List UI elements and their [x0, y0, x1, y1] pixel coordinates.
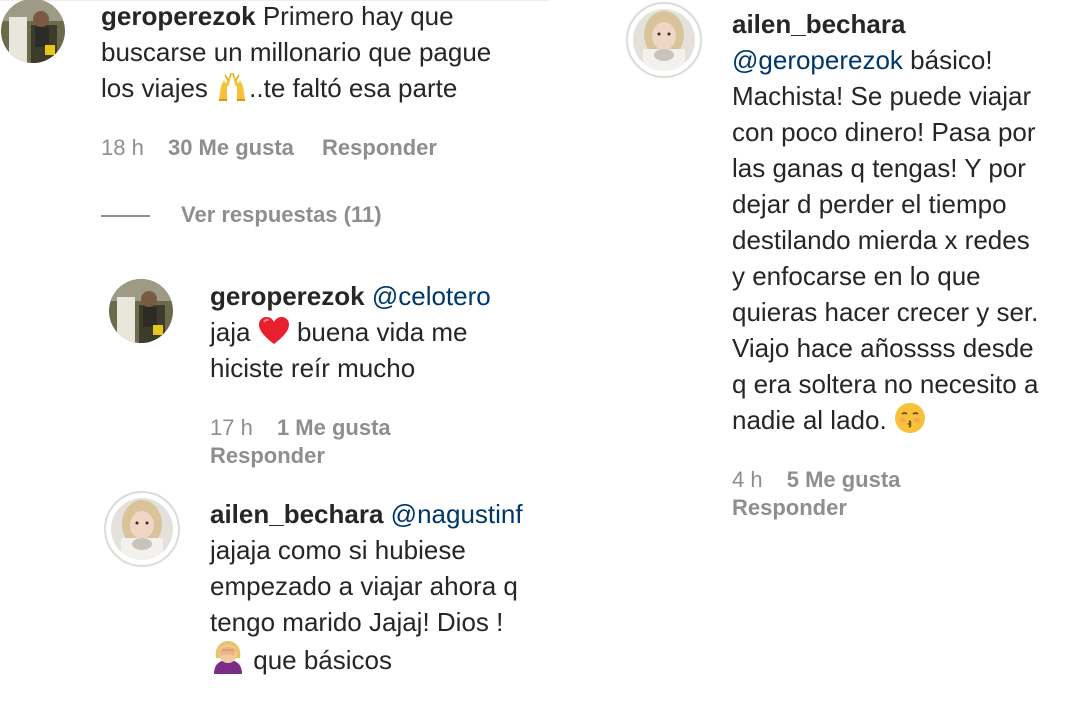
- comment-body-tail: buena vida me: [296, 317, 468, 347]
- likes-count[interactable]: 1 Me gusta: [277, 415, 391, 440]
- comment-4-meta: 4 h 5 Me gusta: [732, 466, 900, 494]
- view-replies-line: [101, 215, 150, 217]
- avatar-ailen_bechara[interactable]: [626, 2, 702, 78]
- avatar-image: [111, 498, 173, 560]
- comment-4-body-line: las ganas q tengas! Y por: [732, 153, 1026, 183]
- comment-4-reply-row: Responder: [732, 494, 847, 522]
- avatar-image: [109, 279, 173, 343]
- comment-2-meta: 17 h 1 Me gusta: [210, 414, 391, 442]
- comment-body-tail: ..te faltó esa parte: [249, 73, 458, 103]
- comment-body-tail: que básicos: [253, 645, 392, 675]
- comment-4-line-1: ailen_bechara: [732, 6, 905, 42]
- comment-4-last-line: nadie al lado.: [732, 402, 926, 443]
- mention-link[interactable]: @geroperezok: [732, 45, 903, 75]
- comment-2-line-1: geroperezok @celotero: [210, 278, 491, 314]
- avatar-image: [633, 9, 695, 71]
- comment-2-reply-row: Responder: [210, 442, 325, 470]
- view-replies-button[interactable]: Ver respuestas (11): [181, 201, 382, 229]
- comment-panel-right: ailen_bechara @geroperezok básico! Machi…: [618, 0, 1082, 714]
- comment-body: Primero hay que: [262, 1, 454, 31]
- comment-4-body-line: y enfocarse en lo que: [732, 261, 981, 291]
- comment-4-body-line: dejar d perder el tiempo: [732, 189, 1007, 219]
- reply-button[interactable]: Responder: [732, 495, 847, 520]
- mention-link[interactable]: @celotero: [372, 281, 491, 311]
- raising-hands-icon: [215, 72, 249, 111]
- comment-3-line-2: jajaja como si hubiese: [210, 535, 466, 565]
- comment-body: básico!: [910, 45, 993, 75]
- likes-count[interactable]: 30 Me gusta: [168, 135, 294, 160]
- kissing-face-icon: [894, 402, 926, 443]
- comment-4-body-line: Viajo hace añossss desde: [732, 333, 1034, 363]
- comment-2-line-2: jaja buena vida me: [210, 314, 468, 355]
- comment-4-body-line: q era soltera no necesito a: [732, 369, 1039, 399]
- comment-time: 18 h: [101, 135, 144, 160]
- comment-3-line-4: tengo marido Jajaj! Dios !: [210, 607, 504, 637]
- comment-1-line-2: buscarse un millonario que pague: [101, 37, 492, 67]
- comment-3-line-5: que básicos: [210, 640, 392, 683]
- avatar-image: [1, 0, 65, 63]
- avatar-geroperezok[interactable]: [0, 0, 66, 64]
- comment-1-meta: 18 h 30 Me gusta Responder: [101, 134, 437, 162]
- avatar-ailen_bechara[interactable]: [104, 491, 180, 567]
- comment-1-line-1: geroperezok Primero hay que: [101, 0, 454, 34]
- comment-4-body-line: destilando mierda x redes: [732, 225, 1030, 255]
- likes-count[interactable]: 5 Me gusta: [787, 467, 901, 492]
- comment-4-body-line: con poco dinero! Pasa por: [732, 117, 1036, 147]
- comment-username[interactable]: geroperezok: [210, 281, 365, 311]
- comment-1-line-3: los viajes ..te faltó esa parte: [101, 70, 457, 111]
- comment-time: 4 h: [732, 467, 763, 492]
- comment-4-body-line: Machista! Se puede viajar: [732, 81, 1032, 111]
- mention-link[interactable]: @nagustinf: [391, 499, 523, 529]
- reply-button[interactable]: Responder: [322, 135, 437, 160]
- comment-4-body-line: quieras hacer crecer y ser.: [732, 297, 1039, 327]
- comment-time: 17 h: [210, 415, 253, 440]
- comment-body: los viajes: [101, 73, 208, 103]
- avatar-geroperezok[interactable]: [108, 278, 174, 344]
- comment-body: nadie al lado.: [732, 405, 887, 435]
- comment-4-line-2: @geroperezok básico!: [732, 42, 993, 78]
- comment-username[interactable]: ailen_bechara: [210, 499, 383, 529]
- reply-button[interactable]: Responder: [210, 443, 325, 468]
- comment-3-line-3: empezado a viajar ahora q: [210, 571, 518, 601]
- comment-3-line-1: ailen_bechara @nagustinf: [210, 496, 523, 532]
- comment-panel-left: geroperezok Primero hay que buscarse un …: [0, 0, 549, 714]
- comment-username[interactable]: geroperezok: [101, 1, 256, 31]
- comment-2-line-3: hiciste reír mucho: [210, 353, 416, 383]
- comment-body: jaja: [210, 317, 251, 347]
- comment-username[interactable]: ailen_bechara: [732, 9, 905, 39]
- face-palm-icon: [210, 640, 246, 683]
